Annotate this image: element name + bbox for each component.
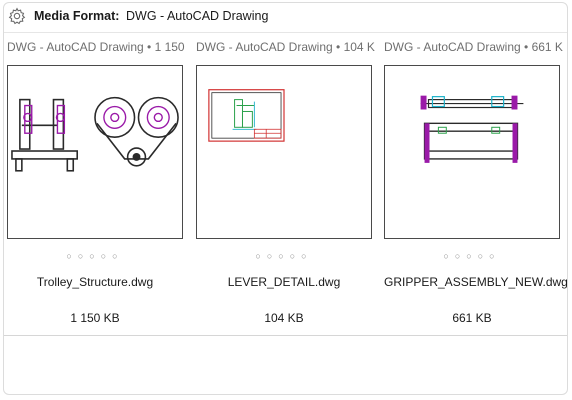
- file-card-lever[interactable]: DWG - AutoCAD Drawing • 104 K ○○○○○ LEVE…: [196, 33, 382, 335]
- rating-dots: ○○○○○: [443, 251, 501, 261]
- file-card-trolley[interactable]: DWG - AutoCAD Drawing • 1 150 ○○○○○ Trol…: [7, 33, 193, 335]
- file-name[interactable]: LEVER_DETAIL.dwg: [196, 275, 372, 289]
- file-card-gripper[interactable]: DWG - AutoCAD Drawing • 661 K ○○○○○ GRIP…: [384, 33, 567, 335]
- file-meta: DWG - AutoCAD Drawing • 104 K: [196, 40, 375, 54]
- file-name[interactable]: GRIPPER_ASSEMBLY_NEW.dwg: [384, 275, 567, 289]
- panel-header: Media Format: DWG - AutoCAD Drawing: [4, 3, 567, 30]
- rating-dots: ○○○○○: [66, 251, 124, 261]
- file-thumbnail[interactable]: [384, 65, 560, 239]
- media-format-panel: Media Format: DWG - AutoCAD Drawing DWG …: [3, 2, 568, 395]
- file-meta: DWG - AutoCAD Drawing • 661 K: [384, 40, 563, 54]
- rating-dots: ○○○○○: [255, 251, 313, 261]
- media-format-value: DWG - AutoCAD Drawing: [126, 9, 269, 23]
- media-format-label: Media Format:: [34, 9, 120, 23]
- footer-divider: [4, 335, 567, 336]
- file-thumbnail[interactable]: [196, 65, 372, 239]
- file-thumbnail[interactable]: [7, 65, 183, 239]
- gear-icon[interactable]: [8, 7, 26, 25]
- file-meta: DWG - AutoCAD Drawing • 1 150: [7, 40, 185, 54]
- drawing-preview-trolley: [11, 96, 179, 172]
- drawing-preview-lever: [208, 89, 285, 142]
- file-size: 104 KB: [264, 311, 304, 325]
- file-name[interactable]: Trolley_Structure.dwg: [7, 275, 183, 289]
- drawing-preview-gripper: [420, 95, 524, 163]
- file-size: 1 150 KB: [70, 311, 120, 325]
- file-size: 661 KB: [452, 311, 492, 325]
